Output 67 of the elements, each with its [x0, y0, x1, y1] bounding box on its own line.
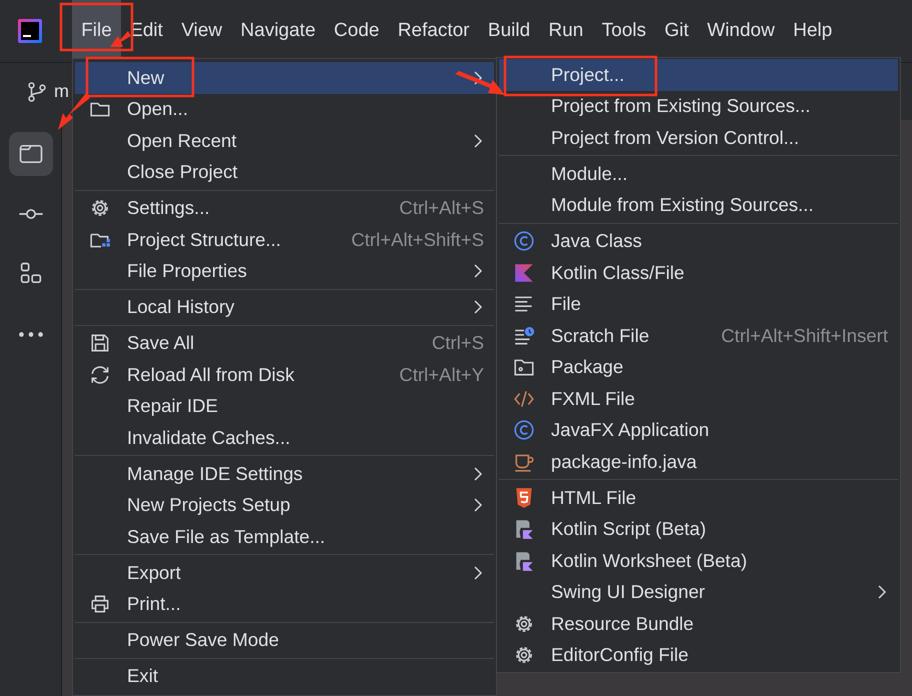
app-logo-icon: [18, 19, 42, 43]
menu-item[interactable]: Module...: [499, 158, 898, 190]
menu-item[interactable]: HTML File: [499, 482, 898, 514]
menu-item[interactable]: Close Project: [75, 156, 494, 188]
menu-item[interactable]: package-info.java: [499, 446, 898, 478]
menu-item[interactable]: Kotlin Script (Beta): [499, 514, 898, 545]
menu-item[interactable]: Scratch File Ctrl+Alt+Shift+Insert: [499, 320, 898, 352]
menu-item[interactable]: New: [75, 62, 494, 94]
menu-item[interactable]: Java Class: [499, 226, 898, 257]
class-icon: [513, 419, 535, 442]
menu-bar-item[interactable]: Code: [324, 0, 389, 62]
menu-item[interactable]: Project from Version Control...: [499, 122, 898, 154]
branch-icon[interactable]: [26, 80, 48, 102]
annotation-arrow: [110, 31, 131, 47]
menu-item[interactable]: Repair IDE: [75, 390, 494, 422]
project-name-label[interactable]: m: [54, 78, 69, 105]
scratch-file-icon: [513, 324, 535, 347]
menu-item[interactable]: Save File as Template...: [75, 521, 494, 552]
menu-bar-item[interactable]: Build: [478, 0, 540, 62]
menu-item[interactable]: EditorConfig File: [499, 640, 898, 671]
menu-item[interactable]: Project Structure... Ctrl+Alt+Shift+S: [75, 224, 494, 256]
menu-bar-item[interactable]: View: [172, 0, 232, 62]
menu-item[interactable]: Invalidate Caches...: [75, 422, 494, 454]
class-icon: [513, 230, 535, 252]
menu-item[interactable]: Resource Bundle: [499, 608, 898, 640]
menu-bar-item[interactable]: Refactor: [388, 0, 479, 62]
menu-item[interactable]: Exit: [75, 660, 494, 692]
menu-item[interactable]: Reload All from Disk Ctrl+Alt+Y: [75, 359, 494, 390]
annotation-arrow: [455, 71, 505, 95]
shortcut-label: Ctrl+Alt+Shift+S: [351, 228, 484, 252]
print-icon: [89, 593, 111, 616]
more-icon: [18, 330, 44, 338]
menu-bar-item[interactable]: Navigate: [231, 0, 325, 62]
kotlin-icon: [513, 262, 535, 284]
menu-bar-item[interactable]: Git: [655, 0, 698, 62]
menu-bar-item[interactable]: Help: [784, 0, 842, 62]
menu-item[interactable]: Kotlin Worksheet (Beta): [499, 545, 898, 576]
menu-item[interactable]: File: [499, 288, 898, 320]
menu-item[interactable]: Open...: [75, 94, 494, 125]
project-button[interactable]: [8, 132, 52, 176]
shortcut-label: Ctrl+Alt+S: [399, 196, 484, 220]
menu-item[interactable]: File Properties: [75, 256, 494, 287]
shortcut-label: Ctrl+S: [432, 331, 484, 356]
menu-item[interactable]: Print...: [75, 588, 494, 620]
menu-item[interactable]: Project...: [499, 59, 898, 90]
menu-item[interactable]: Export: [75, 557, 494, 588]
menu-item[interactable]: Save All Ctrl+S: [75, 328, 494, 359]
menu-item[interactable]: Settings... Ctrl+Alt+S: [75, 192, 494, 224]
shortcut-label: Ctrl+Alt+Shift+Insert: [721, 324, 888, 348]
menu-item[interactable]: Swing UI Designer: [499, 576, 898, 608]
menu-item[interactable]: Local History: [75, 292, 494, 323]
menu-bar-item[interactable]: Window: [698, 0, 784, 62]
menu-bar-item[interactable]: Run: [539, 0, 593, 62]
menu-item[interactable]: JavaFX Application: [499, 414, 898, 446]
menu-item[interactable]: Module from Existing Sources...: [499, 190, 898, 221]
menu-item[interactable]: Power Save Mode: [75, 624, 494, 656]
menu-item[interactable]: Open Recent: [75, 125, 494, 156]
reload-icon: [89, 364, 111, 386]
menu-item[interactable]: FXML File: [499, 383, 898, 414]
menu-bar-item[interactable]: Tools: [592, 0, 656, 62]
menu-item[interactable]: Package: [499, 352, 898, 383]
save-icon: [89, 332, 111, 354]
menu-item[interactable]: Manage IDE Settings: [75, 458, 494, 490]
menu-item[interactable]: New Projects Setup: [75, 490, 494, 521]
shortcut-label: Ctrl+Alt+Y: [399, 362, 484, 387]
menu-item[interactable]: Project from Existing Sources...: [499, 90, 898, 122]
menu-item[interactable]: Kotlin Class/File: [499, 257, 898, 288]
